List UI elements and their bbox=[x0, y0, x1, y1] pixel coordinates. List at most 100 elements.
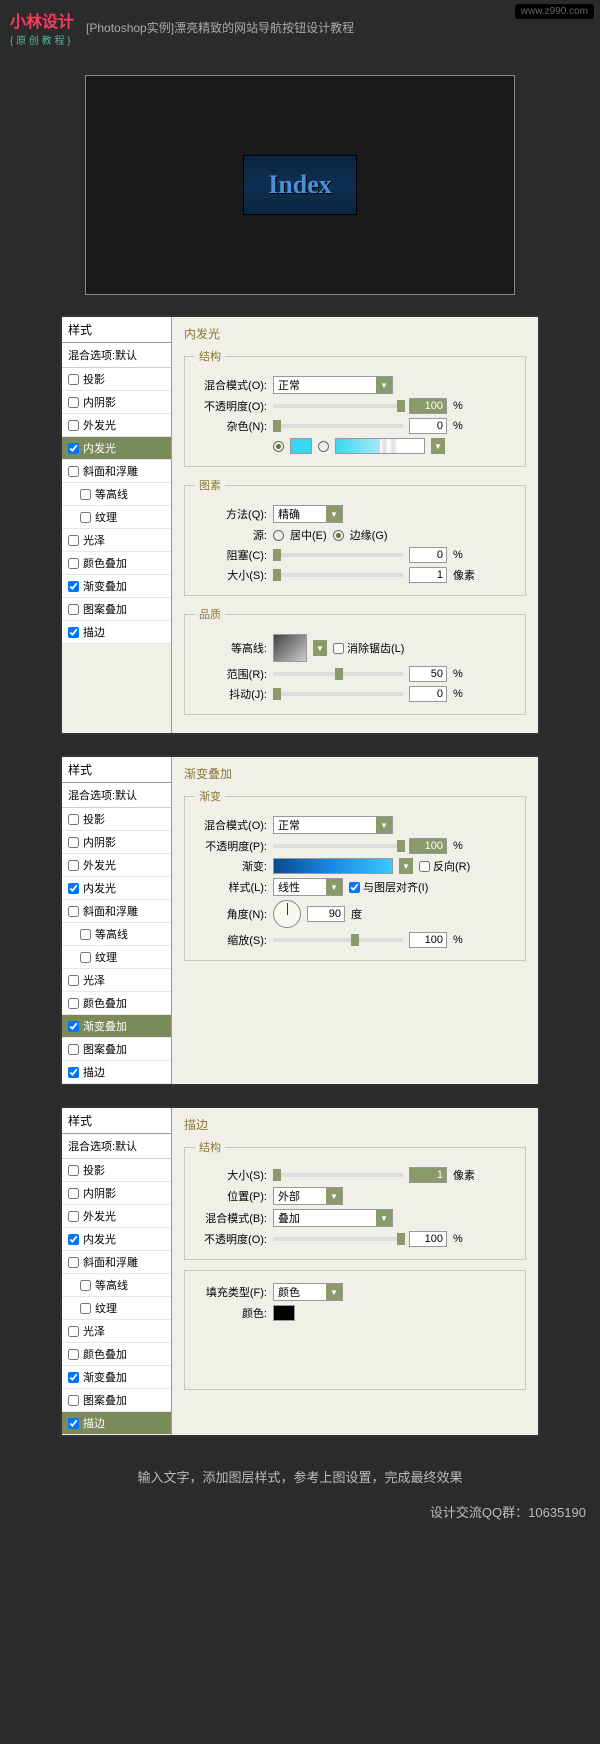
style-item-2[interactable]: 外发光 bbox=[62, 1205, 171, 1228]
scale-input[interactable] bbox=[409, 932, 447, 948]
style-checkbox[interactable] bbox=[68, 1234, 79, 1245]
style-checkbox[interactable] bbox=[68, 837, 79, 848]
fill-type-select[interactable]: 颜色▼ bbox=[273, 1283, 343, 1301]
style-checkbox[interactable] bbox=[68, 1349, 79, 1360]
style-checkbox[interactable] bbox=[68, 1211, 79, 1222]
style-item-2[interactable]: 外发光 bbox=[62, 854, 171, 877]
style-item-5[interactable]: 等高线 bbox=[62, 1274, 171, 1297]
style-item-0[interactable]: 投影 bbox=[62, 1159, 171, 1182]
style-item-11[interactable]: 描边 bbox=[62, 621, 171, 644]
angle-input[interactable] bbox=[307, 906, 345, 922]
technique-select[interactable]: 精确▼ bbox=[273, 505, 343, 523]
style-item-7[interactable]: 光泽 bbox=[62, 529, 171, 552]
antialias-check[interactable]: 消除锯齿(L) bbox=[333, 640, 404, 656]
style-item-4[interactable]: 斜面和浮雕 bbox=[62, 460, 171, 483]
style-item-1[interactable]: 内阴影 bbox=[62, 831, 171, 854]
style-item-8[interactable]: 颜色叠加 bbox=[62, 552, 171, 575]
jitter-slider[interactable] bbox=[273, 692, 403, 696]
style-checkbox[interactable] bbox=[80, 929, 91, 940]
styles-sub[interactable]: 混合选项:默认 bbox=[62, 343, 171, 368]
size-slider[interactable] bbox=[273, 573, 403, 577]
style-item-10[interactable]: 图案叠加 bbox=[62, 598, 171, 621]
style-item-10[interactable]: 图案叠加 bbox=[62, 1389, 171, 1412]
choke-input[interactable] bbox=[409, 547, 447, 563]
style-checkbox[interactable] bbox=[68, 860, 79, 871]
noise-slider[interactable] bbox=[273, 424, 403, 428]
style-item-7[interactable]: 光泽 bbox=[62, 969, 171, 992]
opacity-slider[interactable] bbox=[273, 404, 403, 408]
style-item-7[interactable]: 光泽 bbox=[62, 1320, 171, 1343]
style-item-0[interactable]: 投影 bbox=[62, 808, 171, 831]
opacity-input[interactable] bbox=[409, 398, 447, 414]
opacity-slider[interactable] bbox=[273, 1237, 403, 1241]
style-item-3[interactable]: 内发光 bbox=[62, 437, 171, 460]
chevron-down-icon[interactable]: ▼ bbox=[431, 438, 445, 454]
opacity-input[interactable] bbox=[409, 1231, 447, 1247]
style-checkbox[interactable] bbox=[68, 466, 79, 477]
style-checkbox[interactable] bbox=[68, 883, 79, 894]
style-checkbox[interactable] bbox=[68, 1372, 79, 1383]
style-checkbox[interactable] bbox=[68, 374, 79, 385]
style-checkbox[interactable] bbox=[68, 1257, 79, 1268]
style-item-8[interactable]: 颜色叠加 bbox=[62, 992, 171, 1015]
style-checkbox[interactable] bbox=[68, 814, 79, 825]
position-select[interactable]: 外部▼ bbox=[273, 1187, 343, 1205]
style-checkbox[interactable] bbox=[68, 1165, 79, 1176]
style-checkbox[interactable] bbox=[80, 512, 91, 523]
opacity-slider[interactable] bbox=[273, 844, 403, 848]
style-item-1[interactable]: 内阴影 bbox=[62, 1182, 171, 1205]
gradient-radio[interactable] bbox=[318, 441, 329, 452]
style-item-3[interactable]: 内发光 bbox=[62, 1228, 171, 1251]
style-item-11[interactable]: 描边 bbox=[62, 1412, 171, 1435]
style-checkbox[interactable] bbox=[80, 1303, 91, 1314]
styles-sub[interactable]: 混合选项:默认 bbox=[62, 783, 171, 808]
style-checkbox[interactable] bbox=[80, 1280, 91, 1291]
style-checkbox[interactable] bbox=[68, 1326, 79, 1337]
style-item-6[interactable]: 纹理 bbox=[62, 1297, 171, 1320]
gradient-preview[interactable] bbox=[273, 858, 393, 874]
angle-dial[interactable] bbox=[273, 900, 301, 928]
scale-slider[interactable] bbox=[273, 938, 403, 942]
noise-input[interactable] bbox=[409, 418, 447, 434]
style-checkbox[interactable] bbox=[68, 906, 79, 917]
style-item-3[interactable]: 内发光 bbox=[62, 877, 171, 900]
style-item-6[interactable]: 纹理 bbox=[62, 946, 171, 969]
chevron-down-icon[interactable]: ▼ bbox=[313, 640, 327, 656]
style-item-9[interactable]: 渐变叠加 bbox=[62, 1015, 171, 1038]
style-checkbox[interactable] bbox=[68, 535, 79, 546]
style-item-9[interactable]: 渐变叠加 bbox=[62, 1366, 171, 1389]
size-input[interactable] bbox=[409, 567, 447, 583]
styles-sub[interactable]: 混合选项:默认 bbox=[62, 1134, 171, 1159]
style-item-8[interactable]: 颜色叠加 bbox=[62, 1343, 171, 1366]
size-input[interactable] bbox=[409, 1167, 447, 1183]
color-swatch[interactable] bbox=[273, 1305, 295, 1321]
source-center-radio[interactable] bbox=[273, 530, 284, 541]
style-item-0[interactable]: 投影 bbox=[62, 368, 171, 391]
style-checkbox[interactable] bbox=[68, 1067, 79, 1078]
color-radio[interactable] bbox=[273, 441, 284, 452]
style-checkbox[interactable] bbox=[68, 581, 79, 592]
style-checkbox[interactable] bbox=[68, 443, 79, 454]
style-item-5[interactable]: 等高线 bbox=[62, 923, 171, 946]
style-checkbox[interactable] bbox=[68, 627, 79, 638]
blend-mode-select[interactable]: 叠加▼ bbox=[273, 1209, 393, 1227]
style-item-4[interactable]: 斜面和浮雕 bbox=[62, 900, 171, 923]
style-checkbox[interactable] bbox=[68, 1395, 79, 1406]
style-item-10[interactable]: 图案叠加 bbox=[62, 1038, 171, 1061]
style-select[interactable]: 线性▼ bbox=[273, 878, 343, 896]
style-item-2[interactable]: 外发光 bbox=[62, 414, 171, 437]
style-checkbox[interactable] bbox=[68, 604, 79, 615]
blend-mode-select[interactable]: 正常▼ bbox=[273, 376, 393, 394]
style-item-11[interactable]: 描边 bbox=[62, 1061, 171, 1084]
style-checkbox[interactable] bbox=[68, 1418, 79, 1429]
color-swatch[interactable] bbox=[290, 438, 312, 454]
style-checkbox[interactable] bbox=[68, 998, 79, 1009]
opacity-input[interactable] bbox=[409, 838, 447, 854]
style-checkbox[interactable] bbox=[68, 1044, 79, 1055]
align-check[interactable]: 与图层对齐(I) bbox=[349, 879, 428, 895]
style-item-1[interactable]: 内阴影 bbox=[62, 391, 171, 414]
style-item-5[interactable]: 等高线 bbox=[62, 483, 171, 506]
style-checkbox[interactable] bbox=[80, 952, 91, 963]
style-checkbox[interactable] bbox=[68, 397, 79, 408]
chevron-down-icon[interactable]: ▼ bbox=[399, 858, 413, 874]
